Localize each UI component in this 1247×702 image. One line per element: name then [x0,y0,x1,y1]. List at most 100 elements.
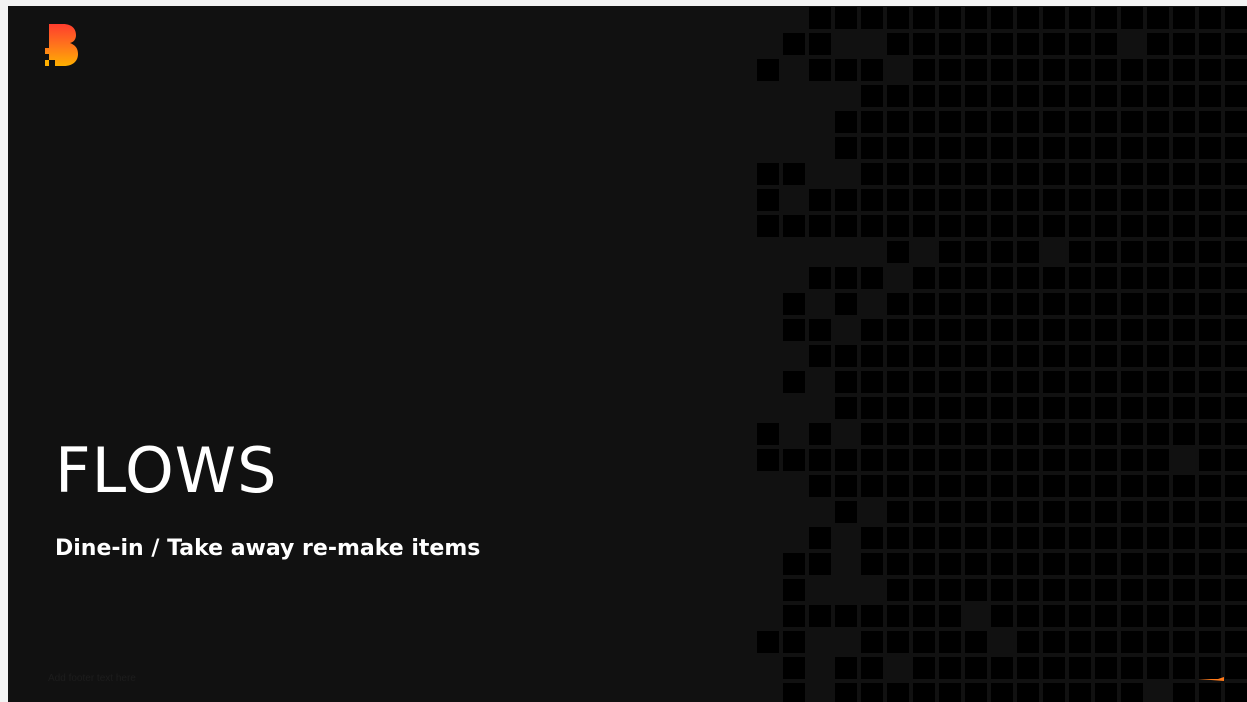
mosaic-tile [1095,241,1117,263]
mosaic-tile [1095,527,1117,549]
mosaic-tile [1043,85,1065,107]
mosaic-tile [991,423,1013,445]
mosaic-tile [1069,319,1091,341]
mosaic-tile [913,33,935,55]
mosaic-tile [1173,59,1195,81]
arrow-icon [1198,677,1224,681]
mosaic-tile [1225,683,1247,702]
mosaic-tile [1199,631,1221,653]
mosaic-tile [835,189,857,211]
mosaic-tile [965,423,987,445]
mosaic-tile [1017,579,1039,601]
mosaic-tile [1121,631,1143,653]
mosaic-tile [1017,553,1039,575]
mosaic-tile [1199,501,1221,523]
mosaic-tile [1199,683,1221,702]
mosaic-tile [939,111,961,133]
mosaic-tile [913,293,935,315]
mosaic-tile [1121,371,1143,393]
mosaic-tile [991,189,1013,211]
mosaic-tile [939,345,961,367]
mosaic-tile [1121,267,1143,289]
mosaic-tile [1121,163,1143,185]
mosaic-tile [1199,605,1221,627]
mosaic-tile [1121,579,1143,601]
mosaic-tile [965,345,987,367]
mosaic-tile [939,319,961,341]
mosaic-tile [1069,553,1091,575]
mosaic-tile [1095,657,1117,679]
mosaic-tile [991,7,1013,29]
mosaic-tile [887,449,909,471]
mosaic-tile [991,397,1013,419]
mosaic-tile [861,345,883,367]
mosaic-tile [1173,7,1195,29]
mosaic-tile [887,631,909,653]
mosaic-tile [1095,683,1117,702]
mosaic-tile [1043,189,1065,211]
mosaic-tile [965,7,987,29]
mosaic-tile [757,59,779,81]
mosaic-tile [835,293,857,315]
mosaic-tile [861,475,883,497]
mosaic-tile [1173,111,1195,133]
mosaic-tile [783,319,805,341]
mosaic-tile [1173,397,1195,419]
mosaic-tile [1121,293,1143,315]
mosaic-tile [861,397,883,419]
mosaic-tile [939,215,961,237]
mosaic-tile [1225,657,1247,679]
mosaic-tile [1069,397,1091,419]
mosaic-tile [1121,397,1143,419]
mosaic-tile [913,605,935,627]
mosaic-tile [783,33,805,55]
mosaic-tile [913,449,935,471]
mosaic-tile [1225,371,1247,393]
mosaic-tile [939,501,961,523]
mosaic-tile [1147,319,1169,341]
mosaic-tile [1069,163,1091,185]
mosaic-tile [1199,397,1221,419]
mosaic-tile [1199,449,1221,471]
mosaic-tile [991,605,1013,627]
mosaic-tile [1199,293,1221,315]
mosaic-tile [1121,85,1143,107]
mosaic-tile [783,371,805,393]
mosaic-tile [991,163,1013,185]
mosaic-tile [1199,423,1221,445]
mosaic-tile [1147,59,1169,81]
mosaic-tile [1121,657,1143,679]
mosaic-tile [887,527,909,549]
mosaic-tile [991,267,1013,289]
mosaic-tile [1173,267,1195,289]
mosaic-tile [1069,527,1091,549]
mosaic-tile [1121,449,1143,471]
mosaic-tile [861,215,883,237]
mosaic-tile [887,605,909,627]
mosaic-tile [913,345,935,367]
mosaic-tile [1095,371,1117,393]
mosaic-tile [1225,85,1247,107]
mosaic-tile [1121,475,1143,497]
mosaic-tile [1043,449,1065,471]
mosaic-tile [1173,501,1195,523]
mosaic-tile [1199,241,1221,263]
mosaic-tile [783,293,805,315]
mosaic-tile [1069,579,1091,601]
mosaic-tile [887,163,909,185]
mosaic-tile [757,189,779,211]
mosaic-tile [1095,85,1117,107]
mosaic-tile [1225,579,1247,601]
mosaic-tile [1173,137,1195,159]
mosaic-tile [965,319,987,341]
mosaic-tile [783,657,805,679]
mosaic-tile [1017,59,1039,81]
mosaic-tile [1225,7,1247,29]
mosaic-tile [939,163,961,185]
mosaic-tile [1173,579,1195,601]
mosaic-tile [1147,631,1169,653]
mosaic-tile [861,631,883,653]
mosaic-tile [861,553,883,575]
mosaic-tile [809,59,831,81]
mosaic-tile [991,475,1013,497]
